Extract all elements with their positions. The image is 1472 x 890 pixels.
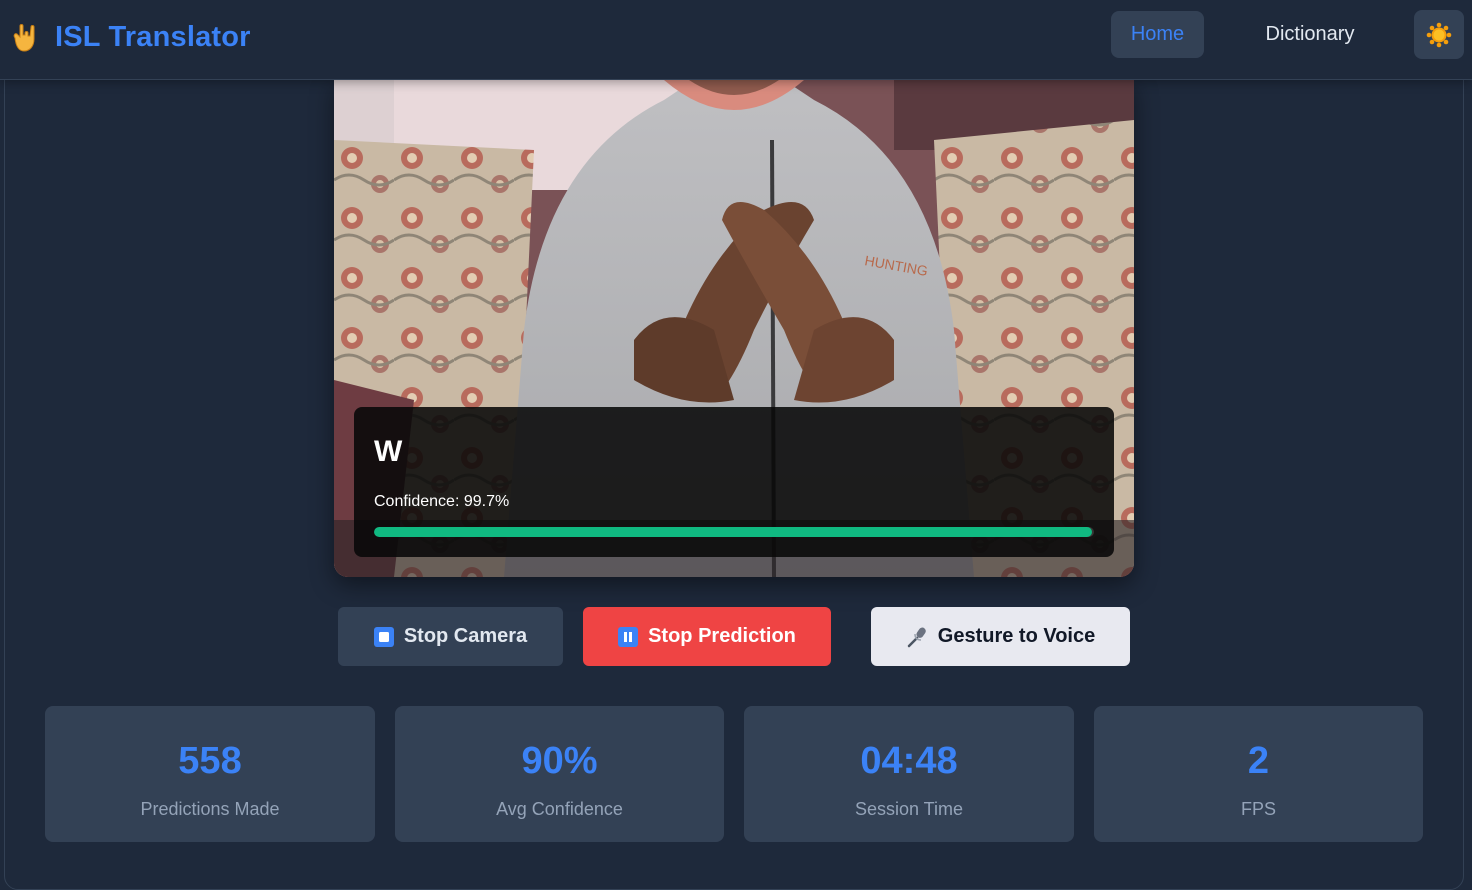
nav-dictionary[interactable]: Dictionary	[1240, 11, 1380, 58]
stat-label: FPS	[1240, 799, 1276, 819]
stat-card-predictions: 558 Predictions Made	[45, 706, 375, 842]
nav-home[interactable]: Home	[1111, 11, 1204, 58]
stat-label: Session Time	[854, 799, 964, 819]
stat-card-session-time: 04:48 Session Time	[744, 706, 1074, 842]
stop-camera-label: Stop Camera	[403, 625, 528, 647]
confidence-label: Confidence:	[374, 493, 464, 510]
confidence-text: Confidence: 99.7%	[374, 493, 509, 511]
top-navbar: ISL Translator Home Dictionary	[0, 0, 1472, 80]
stat-label: Avg Confidence	[496, 799, 623, 819]
prediction-overlay: W Confidence: 99.7%	[354, 407, 1114, 557]
theme-toggle-button[interactable]	[1414, 10, 1464, 59]
stat-value: 2	[1247, 740, 1270, 782]
stat-label: Predictions Made	[140, 799, 280, 819]
sun-icon	[1426, 22, 1452, 47]
hand-sign-icon	[13, 24, 35, 52]
stop-prediction-button[interactable]: Stop Prediction	[583, 607, 831, 666]
stop-square-icon	[373, 626, 394, 647]
stop-prediction-label: Stop Prediction	[648, 625, 796, 647]
camera-feed: HUNTING W Confidence: 99.7%	[334, 80, 1134, 577]
stop-camera-button[interactable]: Stop Camera	[338, 607, 563, 666]
stat-value: 04:48	[860, 740, 958, 782]
confidence-value: 99.7%	[463, 493, 510, 510]
microphone-icon	[906, 626, 928, 648]
app-title: ISL Translator	[55, 20, 251, 53]
gesture-to-voice-button[interactable]: Gesture to Voice	[871, 607, 1130, 666]
stat-card-fps: 2 FPS	[1094, 706, 1423, 842]
confidence-bar-fill	[374, 527, 1092, 537]
brand[interactable]: ISL Translator	[10, 17, 251, 57]
predicted-letter: W	[374, 435, 403, 468]
gesture-to-voice-label: Gesture to Voice	[937, 625, 1096, 647]
stat-card-avg-confidence: 90% Avg Confidence	[395, 706, 724, 842]
stat-value: 90%	[521, 740, 598, 782]
confidence-bar	[374, 527, 1094, 537]
pause-icon	[618, 626, 639, 647]
stat-value: 558	[178, 740, 242, 782]
